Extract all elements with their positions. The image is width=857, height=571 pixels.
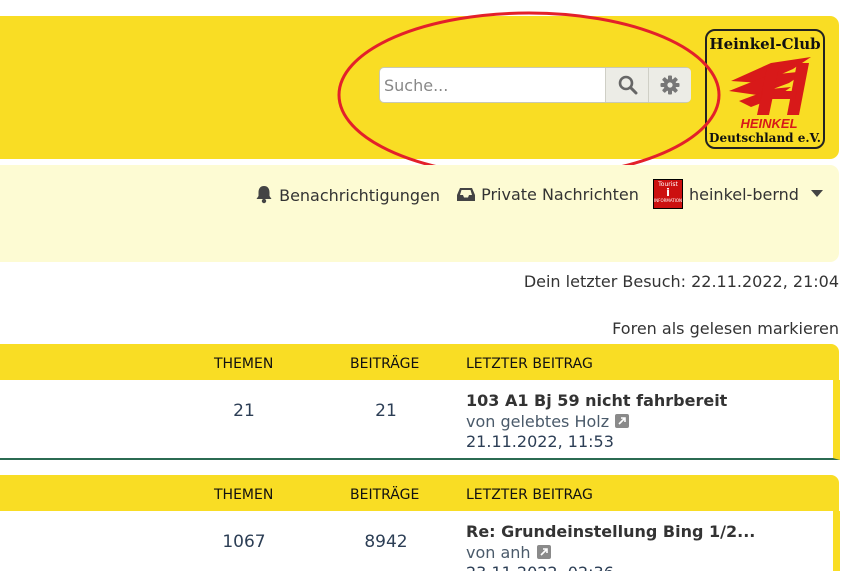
last-post-author[interactable]: von gelebtes Holz	[466, 412, 609, 431]
search-input[interactable]	[382, 70, 606, 100]
posts-count: 21	[375, 401, 397, 421]
posts-count: 8942	[364, 532, 408, 552]
advanced-search-button[interactable]	[648, 68, 691, 102]
last-post-author-line: von gelebtes Holz	[466, 412, 630, 431]
logo-bottom-text: Deutschland e.V.	[709, 131, 821, 145]
last-post-author-line: von anh	[466, 543, 551, 562]
col-header-posts: BEITRÄGE	[350, 487, 420, 503]
logo-wing-icon: HEINKEL	[729, 57, 811, 131]
last-post-title[interactable]: Re: Grundeinstellung Bing 1/2...	[466, 522, 755, 541]
gear-icon	[660, 75, 680, 95]
last-post-author[interactable]: von anh	[466, 543, 531, 562]
user-menu[interactable]: heinkel-bernd	[689, 184, 824, 206]
goto-last-post-icon[interactable]	[536, 545, 551, 559]
avatar-text-mid: i	[666, 186, 670, 199]
forum-header: THEMEN BEITRÄGE LETZTER BEITRAG	[0, 344, 839, 380]
inbox-icon	[457, 188, 475, 201]
col-header-last-post: LETZTER BEITRAG	[466, 487, 593, 503]
private-messages-link[interactable]: Private Nachrichten	[456, 184, 639, 206]
topics-count: 1067	[222, 532, 266, 552]
user-avatar[interactable]: Tourist i INFORMATION	[653, 179, 683, 209]
avatar-text-bottom: INFORMATION	[654, 198, 683, 203]
col-header-last-post: LETZTER BEITRAG	[466, 356, 593, 372]
notifications-label: Benachrichtigungen	[279, 186, 441, 205]
site-logo[interactable]: Heinkel-Club HEINKEL Deutschland e.V.	[705, 29, 825, 149]
col-header-posts: BEITRÄGE	[350, 356, 420, 372]
caret-down-icon	[811, 190, 824, 197]
nav-band	[0, 165, 839, 262]
topics-count: 21	[233, 401, 255, 421]
forum-row: 21 21 103 A1 Bj 59 nicht fahrbereit von …	[0, 380, 840, 460]
last-post-date: 21.11.2022, 11:53	[466, 432, 614, 451]
goto-last-post-icon[interactable]	[615, 414, 630, 428]
bell-icon	[256, 186, 272, 204]
forum-header: THEMEN BEITRÄGE LETZTER BEITRAG	[0, 475, 839, 511]
username: heinkel-bernd	[689, 185, 799, 204]
forum-row: 1067 8942 Re: Grundeinstellung Bing 1/2.…	[0, 511, 840, 571]
mark-forums-read-link[interactable]: Foren als gelesen markieren	[612, 319, 839, 338]
private-messages-label: Private Nachrichten	[481, 185, 639, 204]
search-icon	[618, 75, 637, 95]
logo-top-text: Heinkel-Club	[709, 35, 821, 53]
last-post-title[interactable]: 103 A1 Bj 59 nicht fahrbereit	[466, 391, 727, 410]
search-box	[379, 67, 691, 103]
col-header-topics: THEMEN	[214, 356, 274, 372]
notifications-link[interactable]: Benachrichtigungen	[254, 184, 440, 206]
last-visit-text: Dein letzter Besuch: 22.11.2022, 21:04	[523, 272, 839, 291]
logo-brand-text: HEINKEL	[740, 116, 797, 131]
last-post-date: 23.11.2022, 02:36	[466, 563, 614, 571]
col-header-topics: THEMEN	[214, 487, 274, 503]
search-button[interactable]	[605, 68, 649, 102]
